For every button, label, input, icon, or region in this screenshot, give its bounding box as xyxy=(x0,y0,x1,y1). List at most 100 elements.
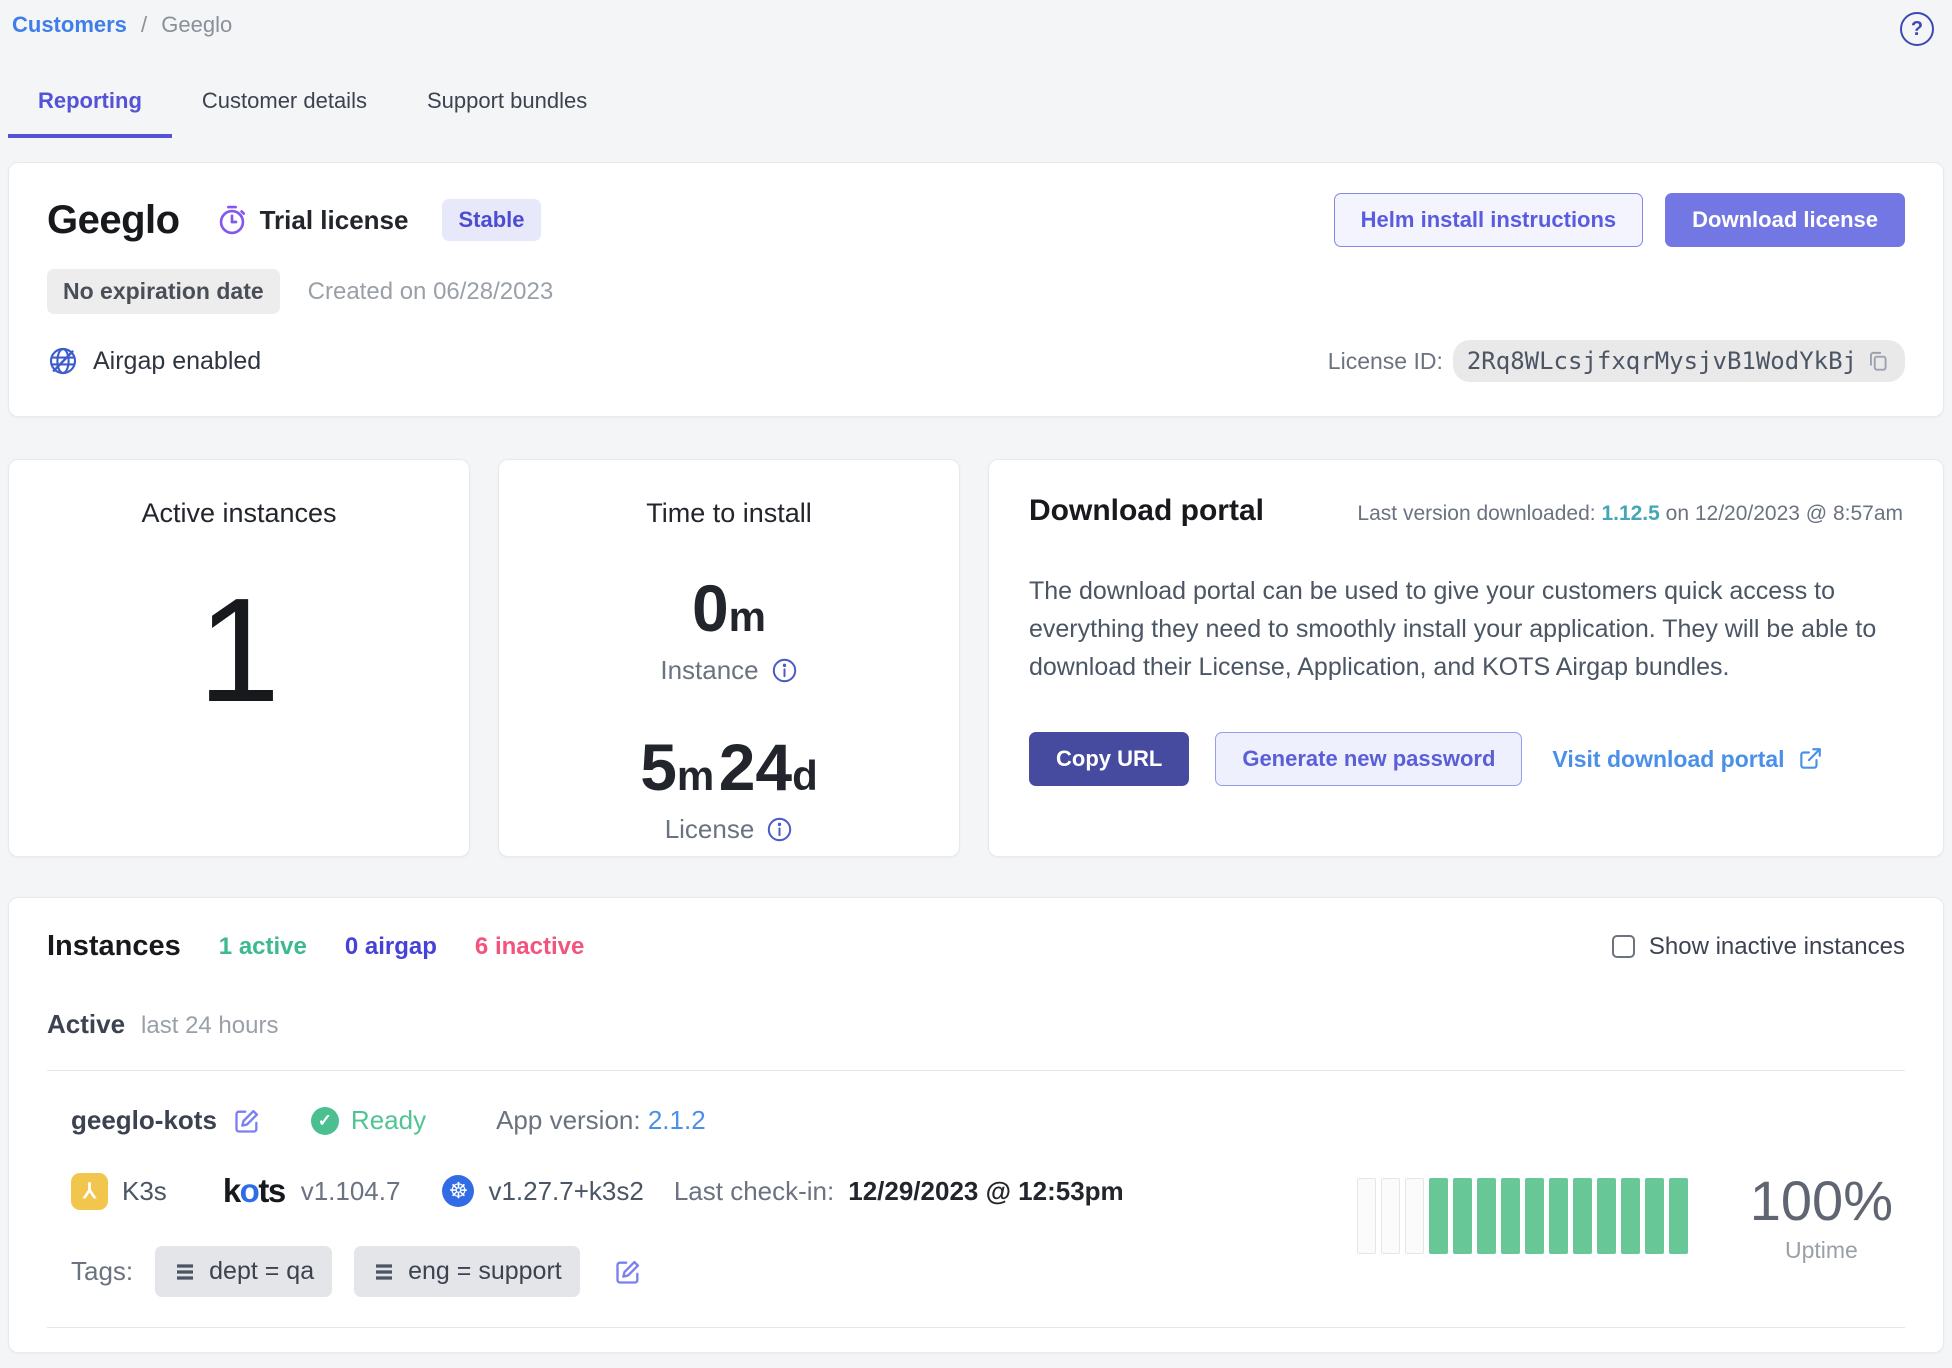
expiration-badge: No expiration date xyxy=(47,269,280,314)
show-inactive-toggle[interactable]: Show inactive instances xyxy=(1612,933,1905,961)
last-checkin-value: 12/29/2023 @ 12:53pm xyxy=(848,1176,1123,1207)
last-checkin-label: Last check-in: xyxy=(674,1176,834,1207)
tab-bar: Reporting Customer details Support bundl… xyxy=(8,76,1952,138)
license-type-label: Trial license xyxy=(260,205,409,236)
last-version-downloaded: Last version downloaded: 1.12.5 on 12/20… xyxy=(1357,502,1903,526)
download-portal-description: The download portal can be used to give … xyxy=(1029,572,1903,686)
ready-check-icon: ✓ xyxy=(311,1107,339,1135)
license-install-num2: 24 xyxy=(719,730,792,804)
uptime-bar xyxy=(1669,1178,1688,1254)
uptime-bar xyxy=(1357,1178,1376,1254)
tag-pill: eng = support xyxy=(354,1246,580,1297)
instance-name: geeglo-kots xyxy=(71,1105,217,1136)
uptime-bar xyxy=(1381,1178,1400,1254)
instance-install-num: 0 xyxy=(692,571,729,645)
edit-tags-icon[interactable] xyxy=(614,1258,642,1286)
distro-label: K3s xyxy=(122,1176,167,1207)
last-version-label: Last version downloaded: xyxy=(1357,502,1595,525)
breadcrumb-current: Geeglo xyxy=(161,12,232,37)
instance-install-time: 0m xyxy=(692,575,766,641)
edit-instance-name-icon[interactable] xyxy=(233,1107,261,1135)
breadcrumb-separator: / xyxy=(141,12,147,37)
kubernetes-icon: ☸ xyxy=(442,1175,474,1207)
uptime-bar xyxy=(1597,1178,1616,1254)
app-version-label: App version: xyxy=(496,1105,641,1135)
license-time-info-icon[interactable] xyxy=(766,816,793,843)
instance-install-unit: m xyxy=(729,593,766,640)
uptime-value: 100% xyxy=(1750,1168,1893,1233)
generate-new-password-button[interactable]: Generate new password xyxy=(1215,732,1522,786)
tab-customer-details[interactable]: Customer details xyxy=(172,76,397,138)
tag-text: eng = support xyxy=(408,1257,562,1286)
kots-logo-ts: ts xyxy=(258,1172,284,1209)
breadcrumb: Customers / Geeglo xyxy=(12,12,232,38)
license-install-unit1: m xyxy=(677,752,714,799)
last-version-date: on 12/20/2023 @ 8:57am xyxy=(1666,502,1903,525)
inactive-count[interactable]: 6 inactive xyxy=(475,933,584,961)
trial-license-icon xyxy=(216,204,248,236)
uptime-label: Uptime xyxy=(1750,1237,1893,1264)
download-license-button[interactable]: Download license xyxy=(1665,193,1905,247)
breadcrumb-customers-link[interactable]: Customers xyxy=(12,12,127,37)
instance-time-info-icon[interactable] xyxy=(771,657,798,684)
tab-support-bundles[interactable]: Support bundles xyxy=(397,76,617,138)
active-instances-value: 1 xyxy=(198,577,280,725)
helm-install-instructions-button[interactable]: Helm install instructions xyxy=(1334,193,1644,247)
k3s-icon: ⅄ xyxy=(71,1173,108,1210)
license-id-value: 2Rq8WLcsjfxqrMysjvB1WodYkBj xyxy=(1453,340,1905,382)
kots-version: v1.104.7 xyxy=(301,1176,401,1207)
download-portal-title: Download portal xyxy=(1029,494,1264,528)
uptime-bar xyxy=(1429,1178,1448,1254)
customer-summary-card: Geeglo Trial license Stable Helm install… xyxy=(8,162,1944,417)
instance-status: ✓ Ready xyxy=(311,1105,426,1136)
airgap-enabled-label: Airgap enabled xyxy=(93,347,261,376)
show-inactive-checkbox[interactable] xyxy=(1612,935,1635,958)
visit-download-portal-link[interactable]: Visit download portal xyxy=(1552,746,1822,773)
time-to-install-title: Time to install xyxy=(646,498,812,529)
uptime-bar xyxy=(1501,1178,1520,1254)
ready-label: Ready xyxy=(351,1105,426,1136)
last-version-link[interactable]: 1.12.5 xyxy=(1601,502,1659,525)
app-version-link[interactable]: 2.1.2 xyxy=(648,1105,706,1135)
uptime-bar xyxy=(1477,1178,1496,1254)
airgap-count[interactable]: 0 airgap xyxy=(345,933,437,961)
help-icon[interactable]: ? xyxy=(1900,12,1934,46)
show-inactive-label: Show inactive instances xyxy=(1649,933,1905,961)
uptime-bars xyxy=(1357,1178,1688,1254)
uptime-section: 100% Uptime xyxy=(1357,1135,1905,1297)
license-install-time: 5m 24d xyxy=(640,734,818,800)
top-bar: Customers / Geeglo ? xyxy=(0,0,1952,46)
time-to-install-card: Time to install 0m Instance 5m 24d Licen… xyxy=(498,459,960,857)
active-section-label: Active xyxy=(47,1009,125,1040)
tags-label: Tags: xyxy=(71,1256,133,1287)
active-section-sub: last 24 hours xyxy=(141,1012,278,1040)
license-install-num1: 5 xyxy=(640,730,677,804)
tag-text: dept = qa xyxy=(209,1257,314,1286)
active-instances-title: Active instances xyxy=(141,498,336,529)
active-count[interactable]: 1 active xyxy=(219,933,307,961)
channel-badge: Stable xyxy=(442,199,540,241)
tag-lines-icon xyxy=(173,1260,197,1284)
uptime-bar xyxy=(1645,1178,1664,1254)
tab-reporting[interactable]: Reporting xyxy=(8,76,172,138)
kubernetes-version: v1.27.7+k3s2 xyxy=(488,1176,643,1207)
kots-logo-o: o xyxy=(240,1172,259,1209)
kots-logo-k: k xyxy=(223,1172,240,1209)
uptime-bar xyxy=(1405,1178,1424,1254)
uptime-bar xyxy=(1549,1178,1568,1254)
license-install-unit2: d xyxy=(792,752,818,799)
uptime-bar xyxy=(1525,1178,1544,1254)
copy-license-id-icon[interactable] xyxy=(1865,348,1891,374)
visit-download-portal-label: Visit download portal xyxy=(1552,746,1784,773)
customer-name: Geeglo xyxy=(47,198,180,243)
active-instances-card: Active instances 1 xyxy=(8,459,470,857)
download-portal-card: Download portal Last version downloaded:… xyxy=(988,459,1944,857)
uptime-bar xyxy=(1453,1178,1472,1254)
airgap-globe-icon xyxy=(47,345,79,377)
uptime-bar xyxy=(1621,1178,1640,1254)
instance-time-label: Instance xyxy=(660,655,758,686)
license-id-label: License ID: xyxy=(1328,348,1443,375)
external-link-icon xyxy=(1797,746,1823,772)
copy-url-button[interactable]: Copy URL xyxy=(1029,732,1189,786)
kots-logo: kots xyxy=(223,1172,285,1210)
